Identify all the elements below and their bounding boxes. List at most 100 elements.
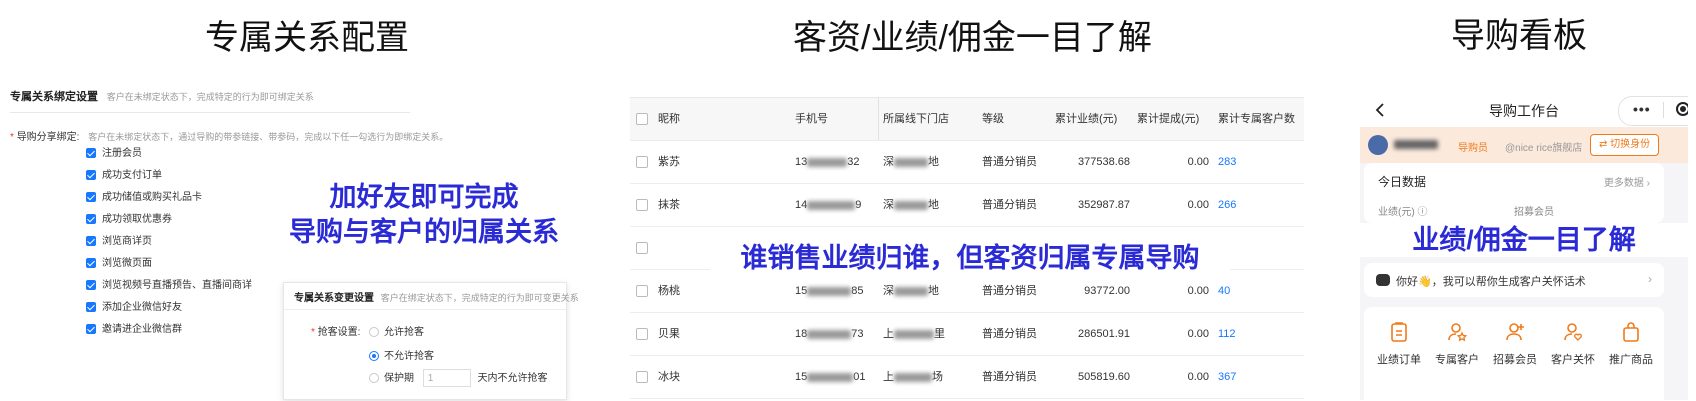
close-circle-icon[interactable] bbox=[1676, 102, 1688, 116]
today-data-card: 今日数据 更多数据 › 业绩(元) ⓘ 招募会员 bbox=[1364, 163, 1664, 223]
row-nickname: 紫苏 bbox=[658, 156, 680, 168]
radio-deny[interactable]: 不允许抢客 bbox=[369, 347, 434, 362]
option-live-stream[interactable]: 浏览视频号直播预告、直播间商详 bbox=[86, 279, 252, 301]
col-store[interactable]: 所属线下门店 bbox=[883, 98, 949, 140]
radio-off-icon[interactable] bbox=[369, 327, 379, 338]
checkbox-checked-icon[interactable] bbox=[86, 214, 96, 225]
row-checkbox[interactable] bbox=[636, 285, 648, 297]
metric-sales-label: 业绩(元) ⓘ bbox=[1378, 207, 1428, 218]
section-title-performance: 客资/业绩/佣金一目了解 bbox=[793, 19, 1152, 57]
user-info-bar: 导购员 @nice rice旗舰店 ⇄ 切换身份 bbox=[1360, 127, 1688, 163]
dashboard-overlay-text: 业绩/佣金一目了解 bbox=[1360, 223, 1688, 257]
row-store: 深地 bbox=[883, 199, 939, 211]
option-pay-order[interactable]: 成功支付订单 bbox=[86, 169, 252, 191]
radio-on-icon[interactable] bbox=[369, 351, 379, 362]
protect-days-input[interactable]: 1 bbox=[422, 369, 471, 388]
table-row[interactable]: 紫苏 13 32 深地 普通分销员 377538.68 0.00 283 bbox=[630, 141, 1304, 184]
config-overlay-line1: 加好友即可完成 bbox=[329, 182, 519, 212]
binding-settings-hint: 客户在未绑定状态下，完成特定的行为即可绑定关系 bbox=[106, 92, 314, 102]
performance-overlay-text: 谁销售业绩归谁，但客资归属专属导购 bbox=[710, 232, 1230, 279]
checkbox-checked-icon[interactable] bbox=[86, 280, 96, 291]
col-nickname[interactable]: 昵称 bbox=[658, 98, 680, 140]
change-settings-card: 专属关系变更设置 客户在绑定状态下，完成特定的行为即可变更关系 * 抢客设置: … bbox=[283, 282, 579, 400]
checkbox-checked-icon[interactable] bbox=[86, 170, 96, 181]
robot-icon bbox=[1376, 274, 1390, 286]
change-settings-title: 专属关系变更设置 bbox=[294, 293, 374, 304]
user-add-icon bbox=[1504, 321, 1526, 343]
assistant-bar[interactable]: 你好👋，我可以帮你生成客户关怀话术 › bbox=[1364, 263, 1664, 297]
nav-bar: 导购工作台 ••• bbox=[1360, 93, 1688, 127]
info-icon[interactable]: ⓘ bbox=[1417, 207, 1427, 218]
row-level: 普通分销员 bbox=[982, 371, 1037, 383]
row-nickname: 冰块 bbox=[658, 371, 680, 383]
quick-action-customers[interactable]: 专属客户 bbox=[1428, 321, 1486, 367]
table-row[interactable]: 抹茶 14 9 深地 普通分销员 352987.87 0.00 266 bbox=[630, 184, 1304, 227]
checkbox-checked-icon[interactable] bbox=[86, 302, 96, 313]
section-title-config: 专属关系配置 bbox=[205, 19, 409, 57]
row-phone: 18 73 bbox=[795, 328, 864, 340]
row-customers-link[interactable]: 283 bbox=[1218, 141, 1236, 183]
order-doc-icon bbox=[1388, 321, 1410, 343]
option-register[interactable]: 注册会员 bbox=[86, 147, 252, 169]
checkbox-checked-icon[interactable] bbox=[86, 148, 96, 159]
quick-action-orders[interactable]: 业绩订单 bbox=[1370, 321, 1428, 367]
shopping-bag-icon bbox=[1620, 321, 1642, 343]
quick-actions-panel: 业绩订单 专属客户 招募会员 客户关怀 推广商品 bbox=[1364, 307, 1664, 400]
col-total-sales[interactable]: 累计业绩(元) bbox=[1055, 98, 1117, 140]
grab-setting-label: 抢客设置: bbox=[317, 327, 361, 338]
row-customers-link[interactable]: 112 bbox=[1218, 313, 1236, 355]
col-phone[interactable]: 手机号 bbox=[795, 98, 828, 140]
row-level: 普通分销员 bbox=[982, 328, 1037, 340]
col-total-commission[interactable]: 累计提成(元) bbox=[1137, 98, 1199, 140]
option-invite-group[interactable]: 邀请进企业微信群 bbox=[86, 323, 252, 345]
option-stored-value[interactable]: 成功储值或购买礼品卡 bbox=[86, 191, 252, 213]
option-coupon[interactable]: 成功领取优惠券 bbox=[86, 213, 252, 235]
col-total-customers[interactable]: 累计专属客户数 bbox=[1218, 98, 1295, 140]
option-product-page[interactable]: 浏览商详页 bbox=[86, 235, 252, 257]
row-nickname: 贝果 bbox=[658, 328, 680, 340]
row-store: 深地 bbox=[883, 156, 939, 168]
quick-action-recruit[interactable]: 招募会员 bbox=[1486, 321, 1544, 367]
col-level[interactable]: 等级 bbox=[982, 98, 1004, 140]
checkbox-checked-icon[interactable] bbox=[86, 236, 96, 247]
row-customers-link[interactable]: 266 bbox=[1218, 184, 1236, 226]
radio-allow[interactable]: 允许抢客 bbox=[369, 323, 424, 338]
row-checkbox[interactable] bbox=[636, 199, 648, 211]
quick-action-promote[interactable]: 推广商品 bbox=[1602, 321, 1660, 367]
row-checkbox[interactable] bbox=[636, 242, 648, 254]
required-mark: * bbox=[10, 132, 14, 143]
row-customers-link[interactable]: 367 bbox=[1218, 356, 1236, 398]
checkbox-checked-icon[interactable] bbox=[86, 324, 96, 335]
change-settings-hint: 客户在绑定状态下，完成特定的行为即可变更关系 bbox=[380, 293, 579, 303]
row-sales: 286501.91 bbox=[1078, 328, 1130, 340]
row-commission: 0.00 bbox=[1187, 328, 1209, 340]
metric-recruit-label: 招募会员 bbox=[1514, 207, 1554, 218]
checkbox-checked-icon[interactable] bbox=[86, 192, 96, 203]
row-sales: 377538.68 bbox=[1078, 156, 1130, 168]
table-row[interactable]: 贝果 18 73 上里 普通分销员 286501.91 0.00 112 bbox=[630, 313, 1304, 356]
row-checkbox[interactable] bbox=[636, 328, 648, 340]
user-heart-icon bbox=[1562, 321, 1584, 343]
option-add-wecom-friend[interactable]: 添加企业微信好友 bbox=[86, 301, 252, 323]
checkbox-checked-icon[interactable] bbox=[86, 258, 96, 269]
row-checkbox[interactable] bbox=[636, 156, 648, 168]
binding-settings-header: 专属关系绑定设置 客户在未绑定状态下，完成特定的行为即可绑定关系 bbox=[10, 88, 410, 113]
quick-action-care[interactable]: 客户关怀 bbox=[1544, 321, 1602, 367]
option-micro-page[interactable]: 浏览微页面 bbox=[86, 257, 252, 279]
row-checkbox[interactable] bbox=[636, 371, 648, 383]
row-level: 普通分销员 bbox=[982, 156, 1037, 168]
share-binding-hint: 客户在未绑定状态下，通过导购的带参链接、带参码，完成以下任一勾选行为即绑定关系。 bbox=[88, 132, 449, 142]
config-overlay-text: 加好友即可完成 导购与客户的归属关系 bbox=[283, 180, 565, 250]
row-phone: 13 32 bbox=[795, 156, 860, 168]
more-dots-icon[interactable]: ••• bbox=[1633, 102, 1651, 116]
radio-off-icon[interactable] bbox=[369, 373, 379, 384]
row-commission: 0.00 bbox=[1187, 371, 1209, 383]
grab-setting-label-row: * 抢客设置: bbox=[311, 327, 361, 338]
more-data-link[interactable]: 更多数据 › bbox=[1604, 174, 1650, 189]
switch-identity-button[interactable]: ⇄ 切换身份 bbox=[1590, 134, 1660, 156]
radio-protect[interactable]: 保护期 1 天内不允许抢客 bbox=[369, 369, 548, 388]
share-binding-row: * 导购分享绑定: 客户在未绑定状态下，通过导购的带参链接、带参码，完成以下任一… bbox=[10, 128, 448, 143]
share-options-list: 注册会员 成功支付订单 成功储值或购买礼品卡 成功领取优惠券 浏览商详页 浏览微… bbox=[86, 147, 252, 345]
table-row[interactable]: 冰块 15 01 上场 普通分销员 505819.60 0.00 367 bbox=[630, 356, 1304, 399]
select-all-checkbox[interactable] bbox=[636, 113, 648, 125]
